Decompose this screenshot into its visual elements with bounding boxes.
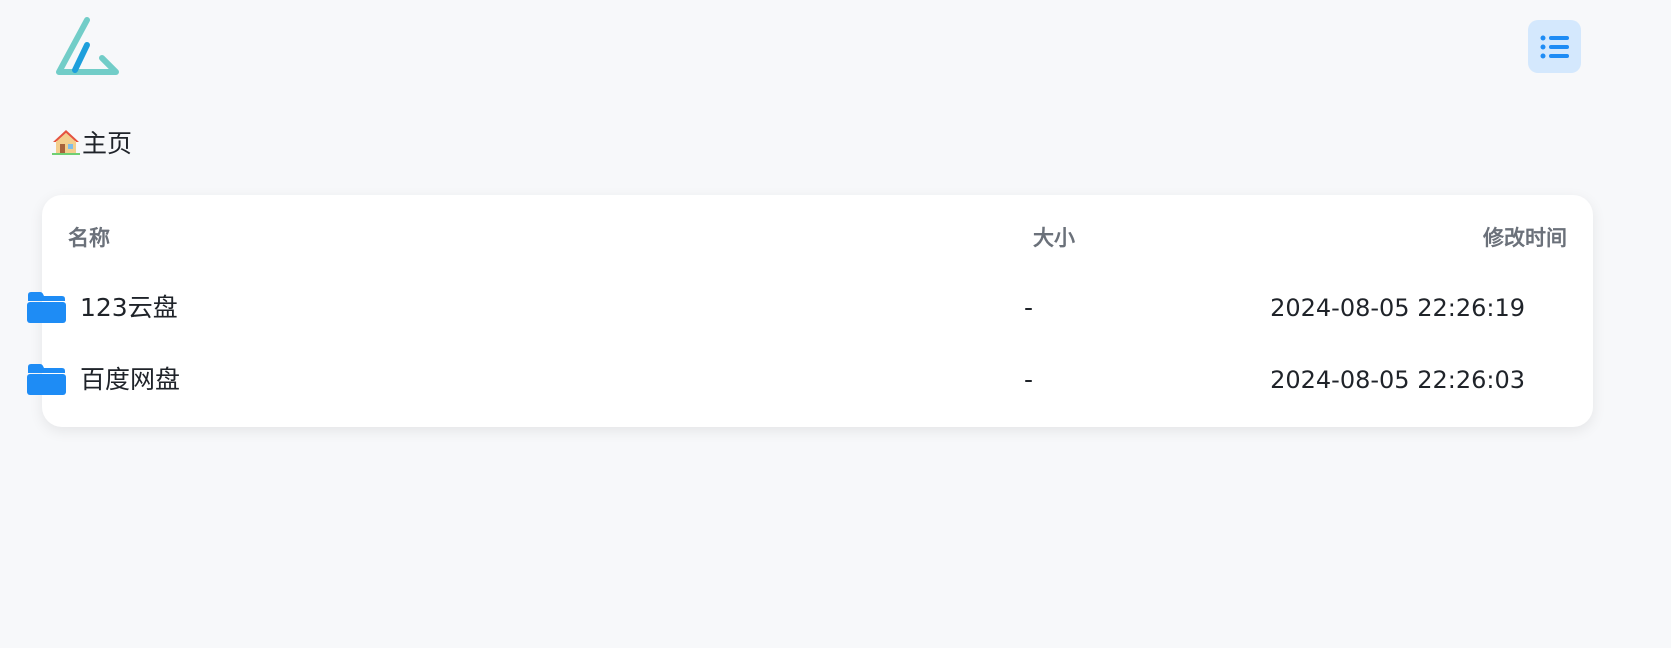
page: 主页 名称 大小 修改时间 123云盘 - 2024-08-05 22:26:1… [0,0,1671,648]
folder-icon [27,292,66,323]
file-size: - [1023,293,1033,322]
table-row[interactable]: 百度网盘 - 2024-08-05 22:26:03 [26,354,1525,408]
menu-button[interactable] [1528,20,1581,73]
file-name[interactable]: 百度网盘 [80,364,180,396]
table-header: 名称 大小 修改时间 [68,222,1567,252]
table-row[interactable]: 123云盘 - 2024-08-05 22:26:19 [26,282,1525,336]
app-logo-icon[interactable] [54,16,124,78]
file-modified: 2024-08-05 22:26:19 [1270,294,1525,322]
file-name[interactable]: 123云盘 [80,292,178,324]
file-modified: 2024-08-05 22:26:03 [1270,366,1525,394]
breadcrumb-label: 主页 [82,129,133,158]
house-icon [52,130,80,155]
header [0,0,1671,95]
column-header-name[interactable]: 名称 [68,222,110,252]
column-header-size[interactable]: 大小 [1033,222,1075,252]
file-size: - [1023,365,1033,394]
folder-icon [27,364,66,395]
breadcrumb-home[interactable]: 主页 [52,124,132,160]
list-icon [1540,35,1569,58]
column-header-modified[interactable]: 修改时间 [1483,222,1567,252]
